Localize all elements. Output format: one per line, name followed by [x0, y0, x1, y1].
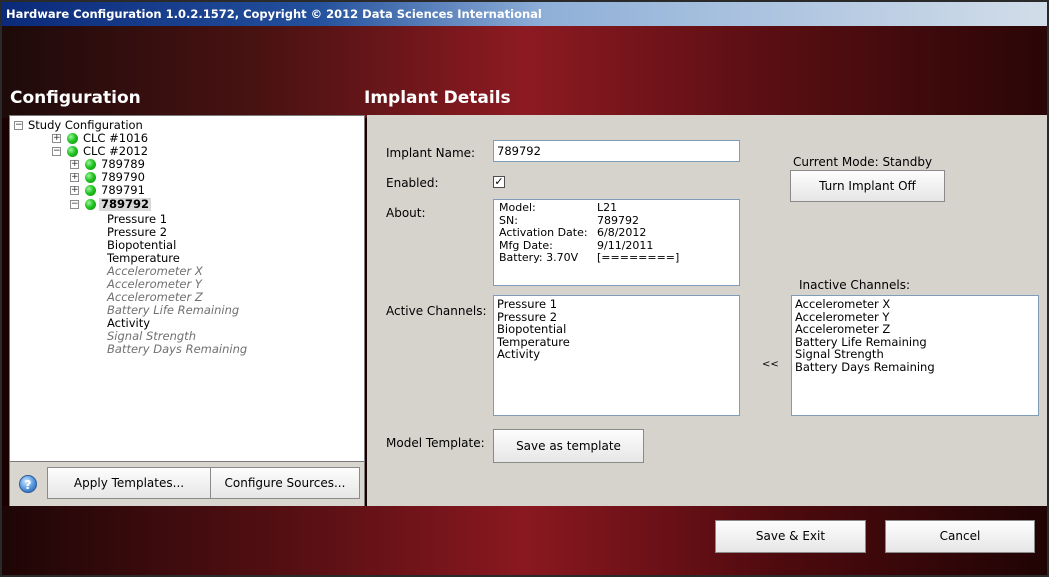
tree-channel-item[interactable]: Battery Days Remaining	[107, 343, 247, 356]
turn-implant-off-button[interactable]: Turn Implant Off	[790, 170, 945, 202]
list-item[interactable]: Signal Strength	[795, 348, 1035, 361]
save-as-template-button[interactable]: Save as template	[493, 429, 644, 463]
expand-icon[interactable]: +	[52, 134, 61, 143]
list-item[interactable]: Battery Days Remaining	[795, 360, 1035, 374]
window-title-bar: Hardware Configuration 1.0.2.1572, Copyr…	[2, 2, 1047, 26]
configure-sources-button[interactable]: Configure Sources...	[210, 467, 360, 499]
implant-name-label: Implant Name:	[386, 146, 476, 160]
green-status-icon	[85, 185, 96, 196]
about-key: Battery: 3.70V	[499, 251, 579, 264]
about-key: Model:	[499, 201, 536, 214]
about-value: 6/8/2012	[597, 226, 647, 239]
collapse-icon[interactable]: −	[70, 200, 79, 209]
expand-icon[interactable]: +	[70, 160, 79, 169]
header-band	[2, 26, 1047, 118]
about-row-activation: Activation Date: 6/8/2012	[497, 226, 736, 240]
collapse-icon[interactable]: −	[52, 147, 61, 156]
green-status-icon	[67, 133, 78, 144]
about-label: About:	[386, 206, 426, 220]
current-mode-text: Current Mode: Standby	[793, 155, 933, 169]
configuration-tree[interactable]: − Study Configuration + CLC #1016 − CLC …	[9, 115, 365, 462]
green-status-icon	[85, 159, 96, 170]
collapse-icon[interactable]: −	[14, 121, 23, 130]
inactive-channels-list[interactable]: Accelerometer X Accelerometer Y Accelero…	[791, 295, 1039, 416]
model-template-label: Model Template:	[386, 436, 485, 450]
expand-icon[interactable]: +	[70, 186, 79, 195]
expand-icon[interactable]: +	[70, 173, 79, 182]
green-status-icon	[85, 199, 96, 210]
cancel-button[interactable]: Cancel	[885, 520, 1035, 553]
tree-node-label: 789792	[99, 197, 152, 211]
about-box: Model: L21 SN: 789792 Activation Date: 6…	[493, 199, 740, 286]
move-to-active-button[interactable]: <<	[762, 359, 779, 370]
about-key: Activation Date:	[499, 226, 588, 239]
save-exit-button[interactable]: Save & Exit	[715, 520, 866, 553]
active-channels-label: Active Channels:	[386, 304, 487, 318]
enabled-checkbox[interactable]: ✓	[493, 176, 505, 188]
help-icon[interactable]: ?	[19, 475, 37, 493]
green-status-icon	[85, 172, 96, 183]
list-item[interactable]: Accelerometer Z	[795, 323, 1035, 336]
about-row-battery: Battery: 3.70V [========]	[497, 251, 736, 265]
apply-templates-button[interactable]: Apply Templates...	[47, 467, 211, 499]
implant-details-title: Implant Details	[364, 88, 511, 108]
battery-gauge: [========]	[597, 251, 680, 264]
list-item[interactable]: Biopotential	[497, 323, 736, 336]
list-item[interactable]: Accelerometer X	[795, 298, 1035, 311]
inactive-channels-label: Inactive Channels:	[799, 278, 910, 292]
about-row-model: Model: L21	[497, 201, 736, 215]
active-channels-list[interactable]: Pressure 1 Pressure 2 Biopotential Tempe…	[493, 295, 740, 416]
tree-node-label: 789791	[101, 183, 145, 197]
enabled-label: Enabled:	[386, 176, 439, 190]
list-item[interactable]: Pressure 1	[497, 298, 736, 311]
about-value: L21	[597, 201, 618, 214]
implant-name-field[interactable]: 789792	[493, 140, 740, 162]
configuration-title: Configuration	[10, 88, 141, 108]
app-window: Hardware Configuration 1.0.2.1572, Copyr…	[0, 0, 1049, 577]
green-status-icon	[67, 146, 78, 157]
list-item[interactable]: Activity	[497, 348, 736, 361]
